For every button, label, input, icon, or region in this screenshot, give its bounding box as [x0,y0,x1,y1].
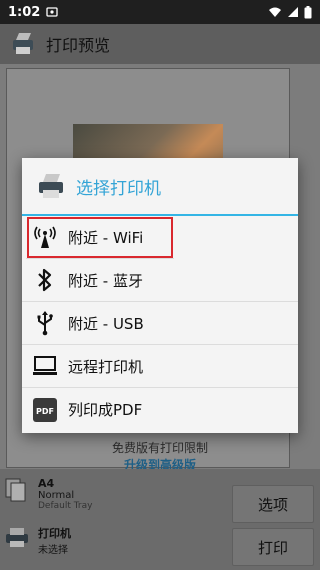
dialog-header: 选择打印机 [22,158,298,216]
bluetooth-icon [32,267,58,293]
wifi-signal-icon [269,7,281,17]
option-label: 列印成PDF [68,401,143,419]
dialog-title: 选择打印机 [76,178,161,199]
option-remote-printer[interactable]: 远程打印机 [22,345,298,388]
dialog-printer-icon [39,174,63,198]
pdf-icon: PDF [32,397,58,423]
svg-text:PDF: PDF [36,407,54,416]
wifi-antenna-icon [32,224,58,250]
select-printer-dialog: 选择打印机 附近 - WiFi 附近 - 蓝牙 附近 - USB 远程打印机 P… [22,158,298,433]
computer-icon [32,353,58,379]
usb-icon [32,310,58,336]
battery-icon [304,5,312,18]
status-time: 1:02 [8,4,41,20]
cell-signal-icon [288,7,298,17]
option-nearby-usb[interactable]: 附近 - USB [22,302,298,345]
status-bar: 1:02 [0,0,320,24]
option-nearby-bluetooth[interactable]: 附近 - 蓝牙 [22,259,298,302]
notification-icon [46,7,58,17]
option-label: 附近 - USB [68,314,144,333]
option-print-to-pdf[interactable]: PDF 列印成PDF [22,388,298,431]
option-label: 附近 - WiFi [68,228,144,247]
option-nearby-wifi[interactable]: 附近 - WiFi [26,216,174,259]
option-label: 附近 - 蓝牙 [68,271,143,290]
option-label: 远程打印机 [68,357,144,376]
